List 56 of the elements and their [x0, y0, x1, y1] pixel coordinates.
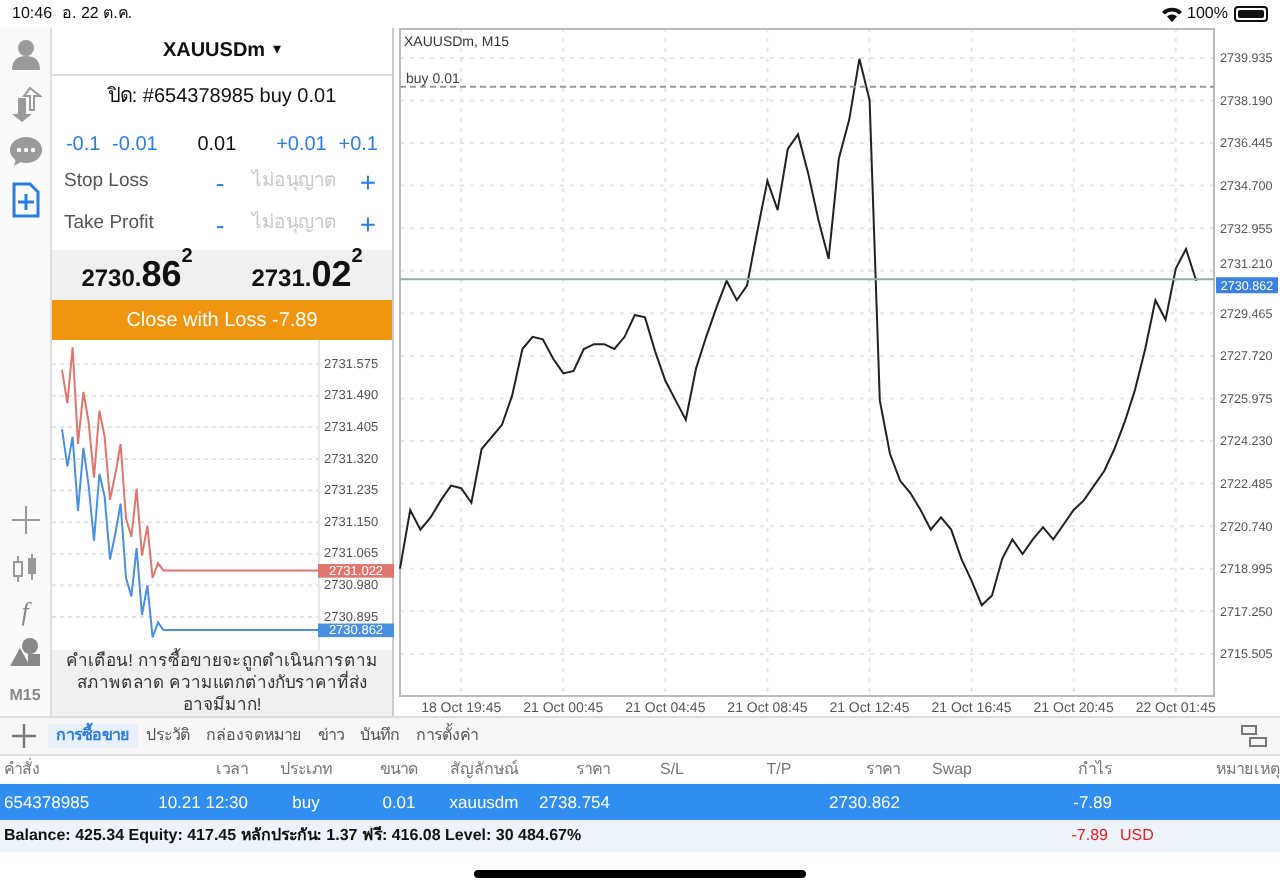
- warning-text: คำเตือน! การซื้อขายจะถูกดำเนินการตามสภาพตลาด ความแตกต่างกับราคาที่ส่งอาจมีมาก!: [64, 650, 380, 716]
- account-summary: Balance: 425.34 Equity: 417.45 หลักประกัน: 1.37 ฟรี: 416.08 Level: 30 484.67%: [4, 824, 584, 848]
- table-cell-text: buy: [290, 789, 322, 815]
- table-cell-text: 0.01: [380, 789, 418, 815]
- table-cell-text: -7.89: [1071, 789, 1112, 815]
- battery-icon: [1234, 6, 1268, 22]
- timeframe-button[interactable]: M15: [9, 684, 41, 708]
- total-profit: -7.89: [1069, 824, 1108, 848]
- column-header[interactable]: Swap: [900, 758, 1004, 782]
- terminal-tab[interactable]: ประวัติ: [138, 724, 198, 748]
- minus-button[interactable]: -: [208, 163, 232, 203]
- table-cell-text: 654378985: [4, 789, 92, 815]
- caret-icon[interactable]: ▾: [273, 38, 282, 63]
- shapes-icon[interactable]: [7, 636, 43, 668]
- table-cell-text: 2738.754: [537, 789, 610, 815]
- terminal-tab[interactable]: กล่องจดหมาย: [198, 724, 310, 748]
- column-header[interactable]: ประเภท: [248, 758, 364, 782]
- layout-icon[interactable]: [1240, 724, 1268, 748]
- symbol-name[interactable]: XAUUSDm: [162, 35, 266, 66]
- currency-label: USD: [1120, 824, 1154, 848]
- terminal-tab[interactable]: บันทึก: [352, 724, 408, 748]
- column-header[interactable]: ราคา: [534, 758, 610, 782]
- plus-button[interactable]: +: [356, 203, 380, 246]
- volume-step-button[interactable]: +0.1: [338, 129, 378, 160]
- level-label: Take Profit: [64, 210, 156, 239]
- table-cell-text: 2730.862: [827, 789, 900, 815]
- order-description: ปิด: #654378985 buy 0.01: [105, 83, 339, 112]
- column-header[interactable]: ราคา: [824, 758, 900, 782]
- column-header[interactable]: สัญลักษณ์: [434, 758, 534, 782]
- battery-percent: 100%: [1187, 2, 1228, 26]
- position-row[interactable]: 654378985 10.21 12:30 buy 0.01 xauusdm 2738.754 2730.862 -7.89: [0, 784, 1280, 820]
- column-header[interactable]: T/P: [734, 758, 824, 782]
- chat-bubble-icon[interactable]: [5, 132, 45, 172]
- column-header[interactable]: เวลา: [144, 758, 248, 782]
- table-cell-text: xauusdm: [447, 789, 521, 815]
- minus-button[interactable]: -: [208, 205, 232, 245]
- level-label: Stop Loss: [64, 168, 151, 197]
- terminal-tab[interactable]: ข่าว: [310, 724, 352, 748]
- crosshair-icon[interactable]: [7, 502, 43, 538]
- table-cell-text: 10.21 12:30: [156, 789, 248, 815]
- wifi-icon: [1161, 6, 1182, 22]
- column-header[interactable]: ขนาด: [364, 758, 434, 782]
- terminal-tab[interactable]: การซื้อขาย: [48, 724, 138, 748]
- volume-step-button[interactable]: +0.01: [276, 129, 327, 160]
- volume-step-button[interactable]: -0.01: [112, 129, 158, 160]
- column-header[interactable]: กำไร: [1004, 758, 1112, 782]
- indicators-button[interactable]: f: [21, 598, 29, 624]
- volume-step-button[interactable]: -0.1: [65, 129, 101, 160]
- column-header[interactable]: S/L: [610, 758, 734, 782]
- column-header[interactable]: คำสั่ง: [4, 758, 144, 782]
- column-header[interactable]: หมายเหตุ: [1112, 758, 1280, 782]
- status-date: อ. 22 ต.ค.: [62, 2, 133, 26]
- volume-value: 0.01: [197, 131, 237, 160]
- terminal-tab[interactable]: การตั้งค่า: [408, 724, 486, 748]
- plus-button[interactable]: +: [356, 161, 380, 204]
- status-time: 10:46: [12, 2, 53, 26]
